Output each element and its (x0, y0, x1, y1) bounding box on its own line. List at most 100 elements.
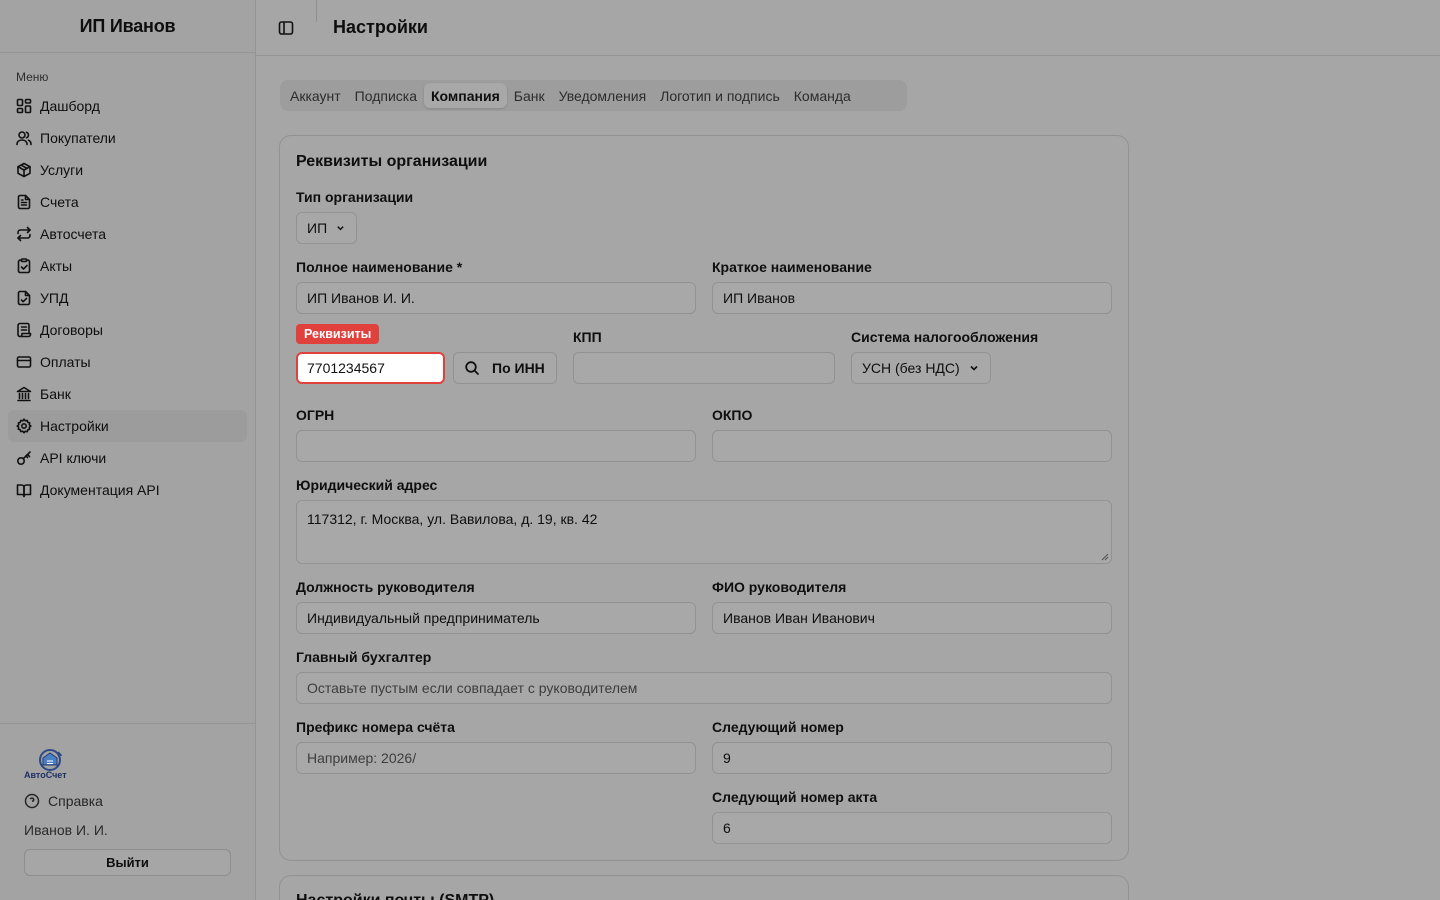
credit-card-icon (16, 356, 32, 368)
section-title: Реквизиты организации (296, 153, 488, 170)
sidebar-item-label: Оплаты (40, 354, 91, 370)
full-name-input[interactable]: ИП Иванов И. И. (296, 282, 696, 314)
sidebar-footer: АвтоСчет Справка Иванов И. И. Выйти (0, 723, 255, 900)
head-position-input[interactable]: Индивидуальный предприниматель (296, 602, 696, 634)
sidebar: ИП Иванов Меню Дашборд Покупатели Услуги… (0, 0, 256, 900)
clipboard-check-icon (17, 258, 31, 274)
dashboard-icon (16, 98, 32, 114)
page-title: Настройки (333, 17, 428, 37)
menu-title: Меню (16, 70, 49, 84)
sidebar-item-label: Акты (40, 258, 73, 274)
next-act-number-label: Следующий номер акта (712, 789, 878, 805)
repeat-icon (17, 226, 31, 242)
short-name-input[interactable]: ИП Иванов (712, 282, 1112, 314)
next-act-number-input[interactable]: 6 (712, 812, 1112, 844)
org-type-label: Тип организации (296, 189, 414, 205)
tab-subscription[interactable]: Подписка (348, 83, 424, 108)
users-icon (16, 131, 32, 146)
head-name-input[interactable]: Иванов Иван Иванович (712, 602, 1112, 634)
logout-button[interactable]: Выйти (24, 849, 231, 876)
sidebar-item-acts[interactable]: Акты (8, 250, 247, 282)
sidebar-item-api-docs[interactable]: Документация API (8, 474, 247, 506)
tab-logo-signature[interactable]: Логотип и подпись (653, 83, 787, 108)
invoice-prefix-label: Префикс номера счёта (296, 719, 455, 735)
package-icon (17, 162, 31, 178)
resize-handle-icon[interactable] (1101, 553, 1109, 561)
bank-icon (16, 386, 32, 402)
gear-icon (16, 418, 32, 434)
sidebar-nav: Дашборд Покупатели Услуги Счета Автосчет… (0, 90, 255, 506)
requisites-badge: Реквизиты (296, 324, 380, 344)
okpo-input[interactable] (712, 430, 1112, 462)
sidebar-item-invoices[interactable]: Счета (8, 186, 247, 218)
tax-system-select[interactable]: УСН (без НДС) (851, 352, 991, 384)
sidebar-item-label: Документация API (40, 482, 160, 498)
sidebar-item-settings[interactable]: Настройки (8, 410, 247, 442)
sidebar-item-label: Банк (40, 386, 71, 402)
current-user-name: Иванов И. И. (24, 822, 108, 838)
help-label: Справка (48, 793, 103, 809)
ogrn-input[interactable] (296, 430, 696, 462)
sidebar-item-label: Дашборд (40, 98, 100, 114)
sidebar-item-contracts[interactable]: Договоры (8, 314, 247, 346)
company-name: ИП Иванов (0, 0, 255, 53)
settings-tabs: Аккаунт Подписка Компания Банк Уведомлен… (280, 80, 907, 111)
smtp-section-title: Настройки почты (SMTP) (296, 892, 494, 900)
sidebar-item-label: Автосчета (40, 226, 107, 242)
help-link[interactable]: Справка (24, 793, 103, 809)
lookup-by-inn-button[interactable]: По ИНН (453, 352, 557, 384)
org-type-value: ИП (307, 220, 328, 236)
logo-text: АвтоСчет (24, 770, 67, 780)
book-open-icon (16, 484, 32, 498)
top-header: Настройки (256, 0, 1440, 56)
kpp-input[interactable] (573, 352, 835, 384)
legal-address-textarea[interactable]: 117312, г. Москва, ул. Вавилова, д. 19, … (296, 500, 1112, 564)
sidebar-item-api-keys[interactable]: API ключи (8, 442, 247, 474)
okpo-label: ОКПО (712, 407, 753, 423)
sidebar-item-label: Услуги (40, 162, 84, 178)
scroll-icon (17, 322, 32, 338)
sidebar-item-dashboard[interactable]: Дашборд (8, 90, 247, 122)
inn-input[interactable]: 7701234567 (296, 352, 445, 384)
tab-bank[interactable]: Банк (507, 83, 552, 108)
sidebar-item-label: Договоры (40, 322, 103, 338)
tab-notifications[interactable]: Уведомления (552, 83, 654, 108)
sidebar-item-customers[interactable]: Покупатели (8, 122, 247, 154)
help-circle-icon (24, 793, 40, 809)
org-type-select[interactable]: ИП (296, 212, 357, 244)
legal-address-value: 117312, г. Москва, ул. Вавилова, д. 19, … (307, 511, 598, 527)
sidebar-item-auto-invoices[interactable]: Автосчета (8, 218, 247, 250)
head-name-label: ФИО руководителя (712, 579, 847, 595)
tab-account[interactable]: Аккаунт (283, 83, 348, 108)
tax-system-label: Система налогообложения (851, 329, 1039, 345)
lookup-by-inn-label: По ИНН (492, 360, 545, 376)
file-text-icon (17, 194, 31, 210)
organization-details-card: Реквизиты организации Тип организации ИП… (279, 135, 1129, 861)
tab-team[interactable]: Команда (787, 83, 858, 108)
kpp-label: КПП (573, 329, 602, 345)
short-name-label: Краткое наименование (712, 259, 872, 275)
chevron-down-icon (970, 365, 978, 371)
sidebar-item-label: Счета (40, 194, 79, 210)
sidebar-toggle-icon[interactable] (278, 20, 294, 36)
tab-company[interactable]: Компания (424, 83, 507, 108)
sidebar-item-label: API ключи (40, 450, 107, 466)
key-icon (16, 451, 31, 466)
ogrn-label: ОГРН (296, 407, 335, 423)
tax-system-value: УСН (без НДС) (862, 360, 960, 376)
chief-accountant-label: Главный бухгалтер (296, 649, 432, 665)
smtp-settings-card: Настройки почты (SMTP) (279, 875, 1129, 900)
sidebar-item-label: Покупатели (40, 130, 116, 146)
next-number-label: Следующий номер (712, 719, 844, 735)
sidebar-item-payments[interactable]: Оплаты (8, 346, 247, 378)
file-check-icon (17, 290, 31, 306)
sidebar-item-label: УПД (40, 290, 69, 306)
search-icon (465, 361, 479, 375)
header-divider (316, 0, 317, 22)
sidebar-item-services[interactable]: Услуги (8, 154, 247, 186)
sidebar-item-upd[interactable]: УПД (8, 282, 247, 314)
invoice-prefix-input[interactable]: Например: 2026/ (296, 742, 696, 774)
chief-accountant-input[interactable]: Оставьте пустым если совпадает с руковод… (296, 672, 1112, 704)
sidebar-item-bank[interactable]: Банк (8, 378, 247, 410)
next-number-input[interactable]: 9 (712, 742, 1112, 774)
